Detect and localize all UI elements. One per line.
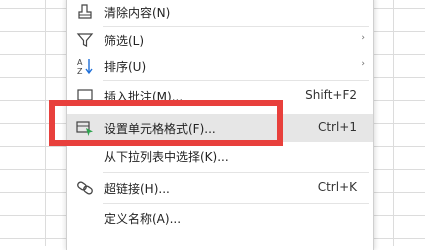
menu-item-label: 清除内容(N) xyxy=(104,6,171,20)
menu-item-hyperlink[interactable]: 超链接(H)... Ctrl+K xyxy=(67,174,373,202)
svg-text:A: A xyxy=(77,58,83,67)
menu-item-shortcut: Shift+F2 xyxy=(305,88,357,102)
submenu-arrow-icon: › xyxy=(361,33,365,43)
menu-item-define-name[interactable]: 定义名称(A)... xyxy=(67,204,373,232)
menu-item-label: 超链接(H)... xyxy=(104,182,170,196)
menu-separator xyxy=(103,80,369,81)
link-icon xyxy=(76,179,94,197)
menu-item-insert-comment[interactable]: 插入批注(M)... Shift+F2 xyxy=(67,82,373,110)
menu-item-label: 插入批注(M)... xyxy=(104,90,184,104)
menu-item-filter[interactable]: 筛选(L) › xyxy=(67,26,373,54)
format-cells-icon xyxy=(76,119,94,137)
filter-icon xyxy=(76,31,94,49)
menu-item-clear-contents[interactable]: 清除内容(N) xyxy=(67,0,373,26)
menu-item-label: 从下拉列表中选择(K)... xyxy=(104,150,229,164)
menu-item-label: 设置单元格格式(F)... xyxy=(104,122,216,136)
svg-text:Z: Z xyxy=(77,67,83,75)
menu-item-sort[interactable]: A Z 排序(U) › xyxy=(67,52,373,80)
menu-item-label: 排序(U) xyxy=(104,60,147,74)
menu-item-shortcut: Ctrl+K xyxy=(317,180,357,194)
comment-icon xyxy=(76,87,94,105)
menu-item-format-cells[interactable]: 设置单元格格式(F)... Ctrl+1 xyxy=(67,114,373,142)
menu-separator xyxy=(103,172,369,173)
context-menu: 清除内容(N) 筛选(L) › A Z 排序(U) › 插入批注(M)... S… xyxy=(66,0,374,250)
eraser-icon xyxy=(76,3,94,21)
menu-item-shortcut: Ctrl+1 xyxy=(317,120,357,134)
menu-item-pick-from-list[interactable]: 从下拉列表中选择(K)... xyxy=(67,142,373,170)
sort-az-icon: A Z xyxy=(76,57,94,76)
menu-item-label: 定义名称(A)... xyxy=(104,212,182,226)
menu-item-label: 筛选(L) xyxy=(104,34,145,48)
submenu-arrow-icon: › xyxy=(361,59,365,69)
